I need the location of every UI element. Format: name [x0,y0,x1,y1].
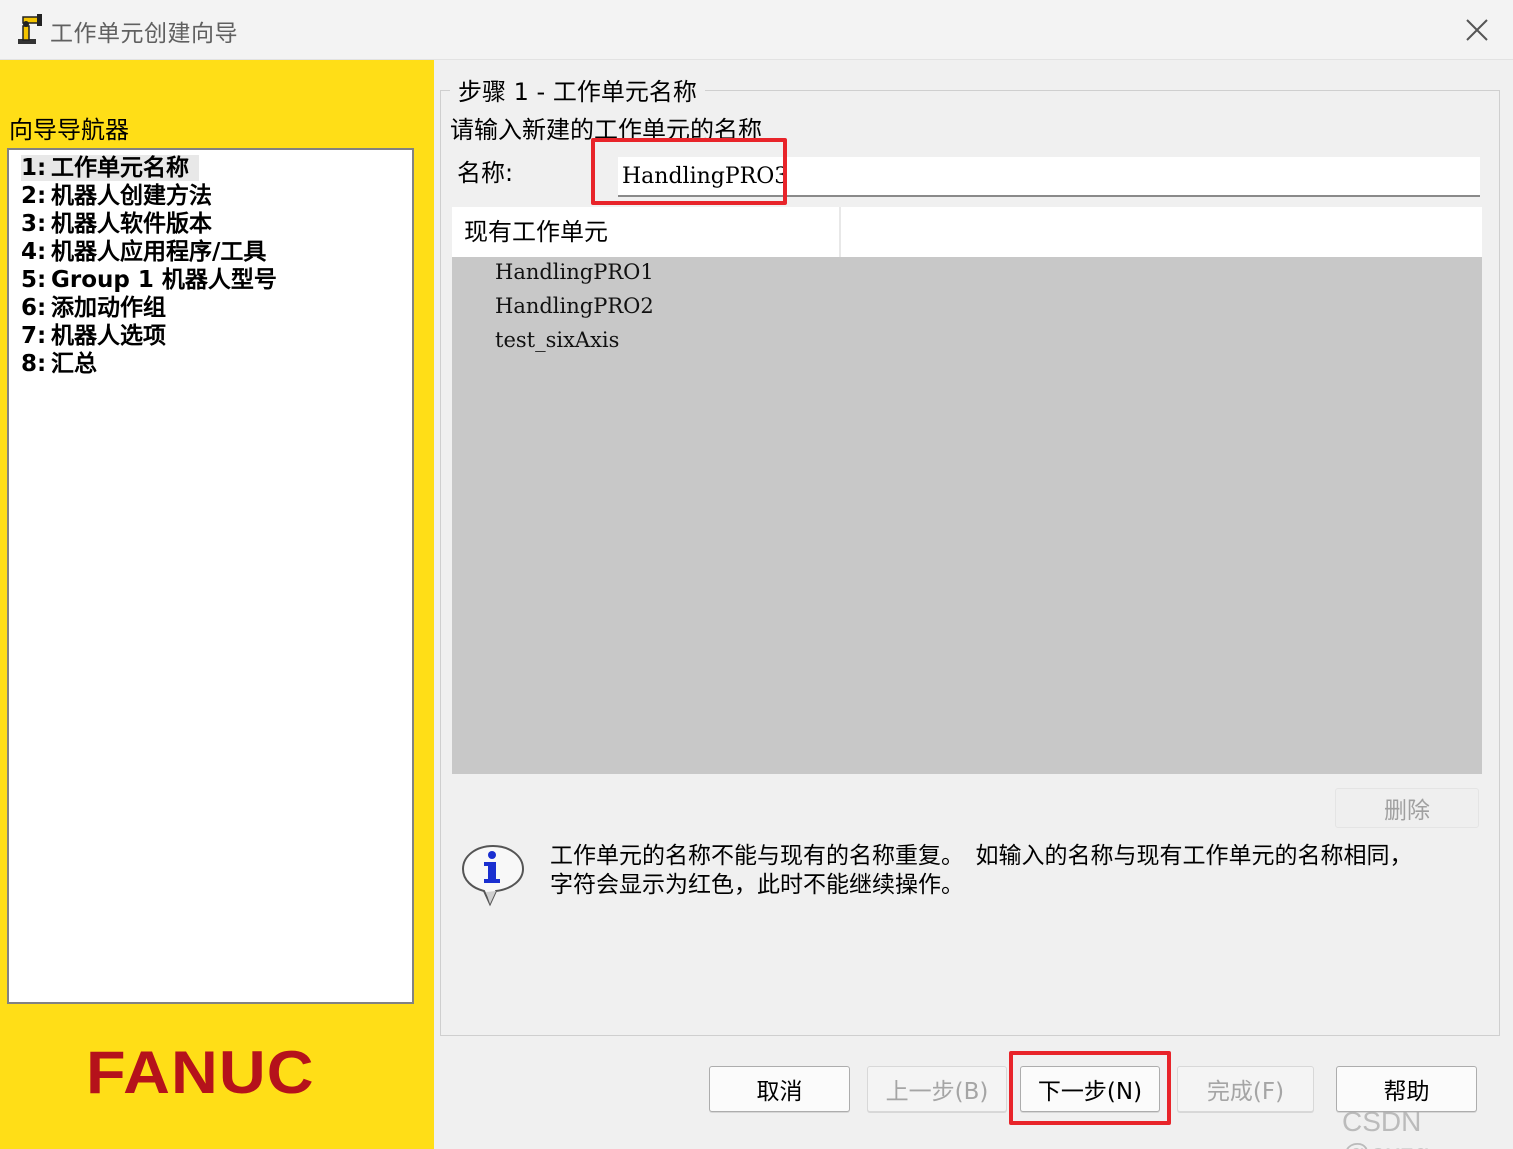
cancel-button[interactable]: 取消 [709,1066,850,1112]
nav-item-label: Group 1 机器人型号 [51,267,277,293]
title-bar: 工作单元创建向导 [0,0,1513,60]
nav-item-label: 机器人应用程序/工具 [51,239,267,265]
existing-list-header: 现有工作单元 [452,207,1482,257]
nav-item-label: 机器人软件版本 [51,211,212,237]
nav-item-robot-options[interactable]: 7: 机器人选项 [9,322,412,350]
finish-button[interactable]: 完成(F) [1177,1066,1314,1112]
list-item[interactable]: HandlingPRO1 [452,257,1482,291]
nav-item-software-version[interactable]: 3: 机器人软件版本 [9,210,412,238]
close-icon [1466,19,1488,41]
next-button[interactable]: 下一步(N) [1020,1066,1160,1112]
robot-arm-icon [18,14,42,44]
info-text: 工作单元的名称不能与现有的名称重复。 如输入的名称与现有工作单元的名称相同，字符… [550,843,1413,898]
fanuc-logo: FANUC [86,1039,315,1106]
navigator-list: 1: 工作单元名称 2: 机器人创建方法 3: 机器人软件版本 4: 机器人应用程序/工… [7,148,414,1004]
nav-item-label: 添加动作组 [51,295,166,321]
nav-item-workcell-name[interactable]: 1: 工作单元名称 [9,154,412,182]
nav-item-robot-model[interactable]: 5: Group 1 机器人型号 [9,266,412,294]
info-icon [461,844,525,907]
nav-item-label: 机器人选项 [51,323,166,349]
existing-column-header[interactable]: 现有工作单元 [452,207,841,257]
navigator-heading: 向导导航器 [9,116,129,144]
nav-item-robot-creation[interactable]: 2: 机器人创建方法 [9,182,412,210]
step-title: 步骤 1 - 工作单元名称 [450,72,705,107]
nav-item-label: 汇总 [51,351,97,377]
workcell-name-input[interactable] [618,157,1480,197]
name-label: 名称: [457,159,514,187]
existing-workcell-list[interactable]: HandlingPRO1 HandlingPRO2 test_sixAxis [452,257,1482,774]
back-button[interactable]: 上一步(B) [867,1066,1007,1112]
window-title: 工作单元创建向导 [50,21,238,47]
nav-item-application-tool[interactable]: 4: 机器人应用程序/工具 [9,238,412,266]
nav-item-summary[interactable]: 8: 汇总 [9,350,412,378]
close-button[interactable] [1457,12,1497,48]
delete-button[interactable]: 删除 [1335,788,1479,828]
nav-item-motion-group[interactable]: 6: 添加动作组 [9,294,412,322]
watermark: CSDN @axzg [1342,1106,1430,1149]
nav-item-label: 工作单元名称 [51,155,189,181]
navigator-panel: 向导导航器 1: 工作单元名称 2: 机器人创建方法 3: 机器人软件版本 4: 机器人… [0,60,434,1149]
step-instruction: 请输入新建的工作单元的名称 [450,116,762,144]
list-item[interactable]: test_sixAxis [452,325,1482,359]
list-item[interactable]: HandlingPRO2 [452,291,1482,325]
nav-item-label: 机器人创建方法 [51,183,212,209]
